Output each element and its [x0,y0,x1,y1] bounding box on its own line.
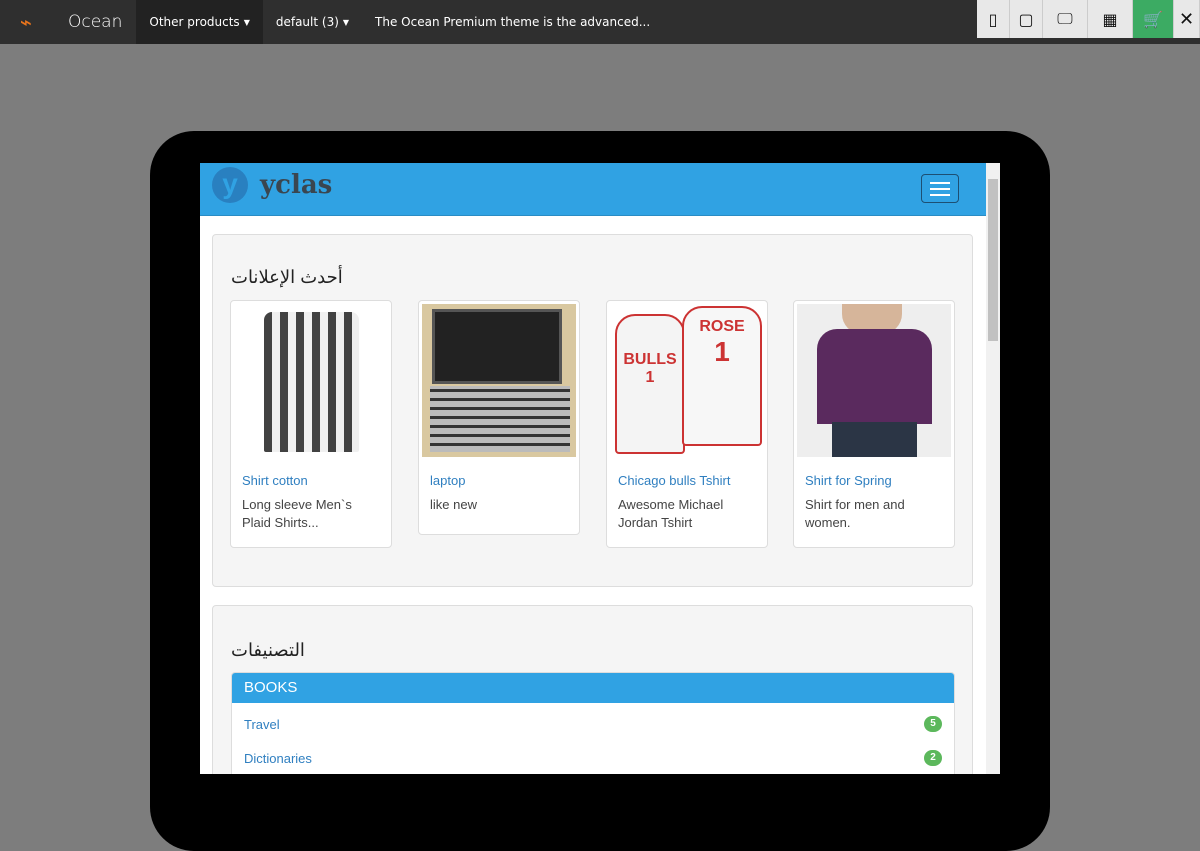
scrollbar-thumb[interactable] [988,179,998,341]
site-logo[interactable]: y yclas [212,167,332,203]
latest-ads-heading: أحدث الإعلانات [231,267,343,287]
ad-image[interactable] [797,304,951,457]
ad-card[interactable]: Shirt cotton Long sleeve Men`s Plaid Shi… [230,300,392,548]
categories-panel: التصنيفات BOOKS Travel 5 Dictionaries 2 [212,605,973,774]
top-bar: ⌁ Ocean Other products ▼ default (3) ▼ The… [0,0,1200,44]
latest-ads-panel: أحدث الإعلانات Shirt cotton Long sleeve … [212,234,973,587]
ad-description: Long sleeve Men`s Plaid Shirts... [242,497,352,530]
caret-down-icon: ▼ [243,17,250,27]
ad-title-link[interactable]: laptop [430,473,568,488]
subcategory-link[interactable]: Travel [244,717,280,732]
caret-down-icon: ▼ [342,17,350,27]
yclas-logo-icon: y [212,167,248,203]
category-header[interactable]: BOOKS [232,673,954,703]
categories-heading: التصنيفات [231,640,305,660]
default-label: default (3) [275,15,339,29]
ad-description: Awesome Michael Jordan Tshirt [618,497,724,530]
ad-title-link[interactable]: Shirt for Spring [805,473,943,488]
menu-toggle-button[interactable] [921,174,959,203]
default-menu[interactable]: default (3) ▼ [263,0,362,44]
tablet-icon[interactable]: ▢ [1010,0,1043,38]
cart-logo-icon[interactable]: ⌁ [0,0,52,44]
count-badge: 5 [924,716,942,732]
category-list: BOOKS Travel 5 Dictionaries 2 [231,672,955,774]
qr-code-icon[interactable]: ▦ [1088,0,1133,38]
subcategory-row[interactable]: Travel 5 [232,707,954,741]
other-products-label: Other products [149,15,240,29]
ad-description: Shirt for men and women. [805,497,905,530]
cart-icon[interactable]: 🛒 [1133,0,1174,38]
theme-description: The Ocean Premium theme is the advanced.… [375,15,651,29]
desktop-icon[interactable]: 🖵 [1043,0,1088,38]
ad-card[interactable]: BULLS 1 ROSE 1 Chicago bulls Tshirt Awesome… [606,300,768,548]
ad-title-link[interactable]: Chicago bulls Tshirt [618,473,756,488]
ad-description: like new [430,497,477,512]
ad-image[interactable]: BULLS 1 ROSE 1 [610,304,764,457]
ad-image[interactable] [422,304,576,457]
site-header: y yclas [200,163,1000,216]
subcategory-row[interactable]: Dictionaries 2 [232,741,954,774]
count-badge: 2 [924,750,942,766]
ad-image[interactable] [234,304,388,457]
logo-text: yclas [260,170,333,200]
scrollbar[interactable] [986,163,1000,774]
mobile-icon[interactable]: ▯ [977,0,1010,38]
preview-screen: y yclas أحدث الإعلانات Shirt cotton Long … [200,163,1000,774]
subcategory-link[interactable]: Dictionaries [244,751,312,766]
other-products-menu[interactable]: Other products ▼ [136,0,263,44]
brand-name[interactable]: Ocean [52,12,136,32]
ad-title-link[interactable]: Shirt cotton [242,473,380,488]
ad-card[interactable]: Shirt for Spring Shirt for men and women… [793,300,955,548]
close-icon[interactable]: ✕ [1174,0,1200,38]
ad-card[interactable]: laptop like new [418,300,580,535]
